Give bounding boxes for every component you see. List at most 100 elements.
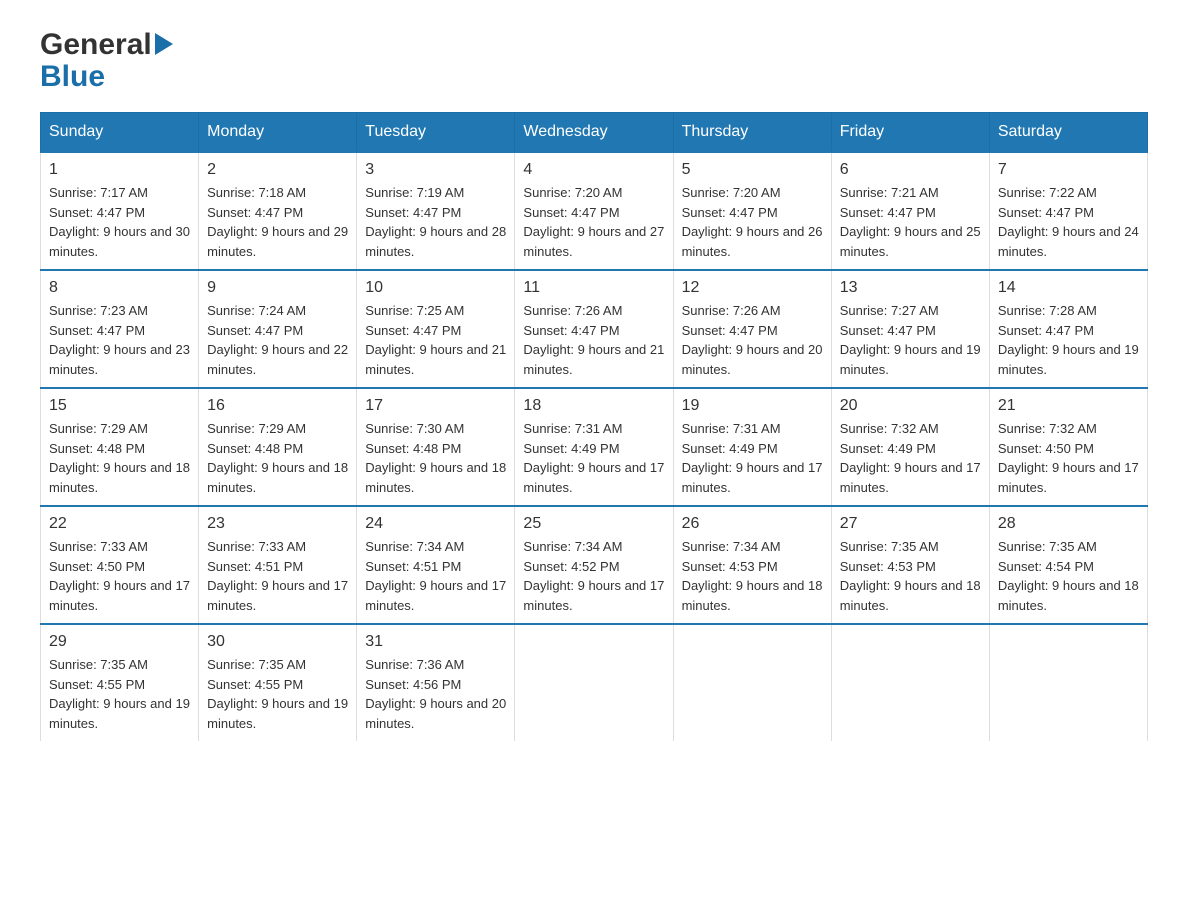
day-info: Sunrise: 7:22 AMSunset: 4:47 PMDaylight:… [998, 185, 1139, 259]
calendar-day-cell: 9 Sunrise: 7:24 AMSunset: 4:47 PMDayligh… [199, 270, 357, 388]
calendar-day-cell: 26 Sunrise: 7:34 AMSunset: 4:53 PMDaylig… [673, 506, 831, 624]
calendar-week-row: 8 Sunrise: 7:23 AMSunset: 4:47 PMDayligh… [41, 270, 1148, 388]
day-number: 27 [840, 515, 981, 533]
day-number: 5 [682, 161, 823, 179]
day-info: Sunrise: 7:34 AMSunset: 4:52 PMDaylight:… [523, 539, 664, 613]
day-info: Sunrise: 7:30 AMSunset: 4:48 PMDaylight:… [365, 421, 506, 495]
day-number: 3 [365, 161, 506, 179]
day-number: 10 [365, 279, 506, 297]
calendar-day-cell: 21 Sunrise: 7:32 AMSunset: 4:50 PMDaylig… [989, 388, 1147, 506]
day-number: 2 [207, 161, 348, 179]
logo-triangle-icon [155, 33, 173, 59]
weekday-header-tuesday: Tuesday [357, 113, 515, 153]
calendar-day-cell: 28 Sunrise: 7:35 AMSunset: 4:54 PMDaylig… [989, 506, 1147, 624]
day-number: 15 [49, 397, 190, 415]
calendar-day-cell: 24 Sunrise: 7:34 AMSunset: 4:51 PMDaylig… [357, 506, 515, 624]
day-number: 22 [49, 515, 190, 533]
day-number: 31 [365, 633, 506, 651]
day-info: Sunrise: 7:20 AMSunset: 4:47 PMDaylight:… [682, 185, 823, 259]
day-info: Sunrise: 7:31 AMSunset: 4:49 PMDaylight:… [682, 421, 823, 495]
day-info: Sunrise: 7:34 AMSunset: 4:53 PMDaylight:… [682, 539, 823, 613]
calendar-day-cell: 15 Sunrise: 7:29 AMSunset: 4:48 PMDaylig… [41, 388, 199, 506]
day-number: 11 [523, 279, 664, 297]
calendar-day-cell: 17 Sunrise: 7:30 AMSunset: 4:48 PMDaylig… [357, 388, 515, 506]
weekday-header-monday: Monday [199, 113, 357, 153]
calendar-day-cell: 25 Sunrise: 7:34 AMSunset: 4:52 PMDaylig… [515, 506, 673, 624]
day-number: 17 [365, 397, 506, 415]
calendar-empty-cell [515, 624, 673, 741]
day-info: Sunrise: 7:29 AMSunset: 4:48 PMDaylight:… [207, 421, 348, 495]
day-info: Sunrise: 7:31 AMSunset: 4:49 PMDaylight:… [523, 421, 664, 495]
calendar-day-cell: 14 Sunrise: 7:28 AMSunset: 4:47 PMDaylig… [989, 270, 1147, 388]
day-number: 28 [998, 515, 1139, 533]
day-info: Sunrise: 7:36 AMSunset: 4:56 PMDaylight:… [365, 657, 506, 731]
day-info: Sunrise: 7:18 AMSunset: 4:47 PMDaylight:… [207, 185, 348, 259]
calendar-day-cell: 18 Sunrise: 7:31 AMSunset: 4:49 PMDaylig… [515, 388, 673, 506]
calendar-day-cell: 4 Sunrise: 7:20 AMSunset: 4:47 PMDayligh… [515, 152, 673, 270]
day-info: Sunrise: 7:25 AMSunset: 4:47 PMDaylight:… [365, 303, 506, 377]
day-info: Sunrise: 7:27 AMSunset: 4:47 PMDaylight:… [840, 303, 981, 377]
weekday-header-row: SundayMondayTuesdayWednesdayThursdayFrid… [41, 113, 1148, 153]
calendar-day-cell: 11 Sunrise: 7:26 AMSunset: 4:47 PMDaylig… [515, 270, 673, 388]
calendar-day-cell: 10 Sunrise: 7:25 AMSunset: 4:47 PMDaylig… [357, 270, 515, 388]
day-number: 20 [840, 397, 981, 415]
day-info: Sunrise: 7:24 AMSunset: 4:47 PMDaylight:… [207, 303, 348, 377]
day-info: Sunrise: 7:28 AMSunset: 4:47 PMDaylight:… [998, 303, 1139, 377]
calendar-day-cell: 19 Sunrise: 7:31 AMSunset: 4:49 PMDaylig… [673, 388, 831, 506]
day-info: Sunrise: 7:35 AMSunset: 4:55 PMDaylight:… [49, 657, 190, 731]
day-number: 18 [523, 397, 664, 415]
day-info: Sunrise: 7:34 AMSunset: 4:51 PMDaylight:… [365, 539, 506, 613]
calendar-day-cell: 16 Sunrise: 7:29 AMSunset: 4:48 PMDaylig… [199, 388, 357, 506]
calendar-day-cell: 8 Sunrise: 7:23 AMSunset: 4:47 PMDayligh… [41, 270, 199, 388]
day-info: Sunrise: 7:33 AMSunset: 4:50 PMDaylight:… [49, 539, 190, 613]
logo: General Blue [40, 30, 173, 92]
calendar-day-cell: 12 Sunrise: 7:26 AMSunset: 4:47 PMDaylig… [673, 270, 831, 388]
weekday-header-saturday: Saturday [989, 113, 1147, 153]
calendar-day-cell: 5 Sunrise: 7:20 AMSunset: 4:47 PMDayligh… [673, 152, 831, 270]
logo-blue-text: Blue [40, 60, 105, 93]
calendar-table: SundayMondayTuesdayWednesdayThursdayFrid… [40, 112, 1148, 741]
weekday-header-sunday: Sunday [41, 113, 199, 153]
calendar-day-cell: 20 Sunrise: 7:32 AMSunset: 4:49 PMDaylig… [831, 388, 989, 506]
day-number: 9 [207, 279, 348, 297]
day-info: Sunrise: 7:26 AMSunset: 4:47 PMDaylight:… [682, 303, 823, 377]
calendar-day-cell: 2 Sunrise: 7:18 AMSunset: 4:47 PMDayligh… [199, 152, 357, 270]
day-info: Sunrise: 7:35 AMSunset: 4:53 PMDaylight:… [840, 539, 981, 613]
calendar-day-cell: 6 Sunrise: 7:21 AMSunset: 4:47 PMDayligh… [831, 152, 989, 270]
logo-general-text: General [40, 30, 152, 60]
calendar-day-cell: 22 Sunrise: 7:33 AMSunset: 4:50 PMDaylig… [41, 506, 199, 624]
day-info: Sunrise: 7:17 AMSunset: 4:47 PMDaylight:… [49, 185, 190, 259]
day-number: 13 [840, 279, 981, 297]
day-number: 16 [207, 397, 348, 415]
day-info: Sunrise: 7:35 AMSunset: 4:55 PMDaylight:… [207, 657, 348, 731]
day-number: 19 [682, 397, 823, 415]
day-number: 14 [998, 279, 1139, 297]
day-info: Sunrise: 7:23 AMSunset: 4:47 PMDaylight:… [49, 303, 190, 377]
day-number: 23 [207, 515, 348, 533]
day-info: Sunrise: 7:33 AMSunset: 4:51 PMDaylight:… [207, 539, 348, 613]
calendar-week-row: 22 Sunrise: 7:33 AMSunset: 4:50 PMDaylig… [41, 506, 1148, 624]
day-number: 6 [840, 161, 981, 179]
day-number: 12 [682, 279, 823, 297]
day-info: Sunrise: 7:19 AMSunset: 4:47 PMDaylight:… [365, 185, 506, 259]
page-header: General Blue [40, 30, 1148, 92]
calendar-week-row: 1 Sunrise: 7:17 AMSunset: 4:47 PMDayligh… [41, 152, 1148, 270]
day-number: 8 [49, 279, 190, 297]
day-number: 26 [682, 515, 823, 533]
calendar-empty-cell [831, 624, 989, 741]
day-info: Sunrise: 7:21 AMSunset: 4:47 PMDaylight:… [840, 185, 981, 259]
day-info: Sunrise: 7:26 AMSunset: 4:47 PMDaylight:… [523, 303, 664, 377]
day-info: Sunrise: 7:20 AMSunset: 4:47 PMDaylight:… [523, 185, 664, 259]
day-number: 25 [523, 515, 664, 533]
calendar-day-cell: 7 Sunrise: 7:22 AMSunset: 4:47 PMDayligh… [989, 152, 1147, 270]
calendar-day-cell: 29 Sunrise: 7:35 AMSunset: 4:55 PMDaylig… [41, 624, 199, 741]
day-number: 24 [365, 515, 506, 533]
day-number: 7 [998, 161, 1139, 179]
day-info: Sunrise: 7:32 AMSunset: 4:50 PMDaylight:… [998, 421, 1139, 495]
calendar-empty-cell [673, 624, 831, 741]
day-number: 1 [49, 161, 190, 179]
day-info: Sunrise: 7:35 AMSunset: 4:54 PMDaylight:… [998, 539, 1139, 613]
day-number: 29 [49, 633, 190, 651]
calendar-day-cell: 1 Sunrise: 7:17 AMSunset: 4:47 PMDayligh… [41, 152, 199, 270]
calendar-day-cell: 23 Sunrise: 7:33 AMSunset: 4:51 PMDaylig… [199, 506, 357, 624]
